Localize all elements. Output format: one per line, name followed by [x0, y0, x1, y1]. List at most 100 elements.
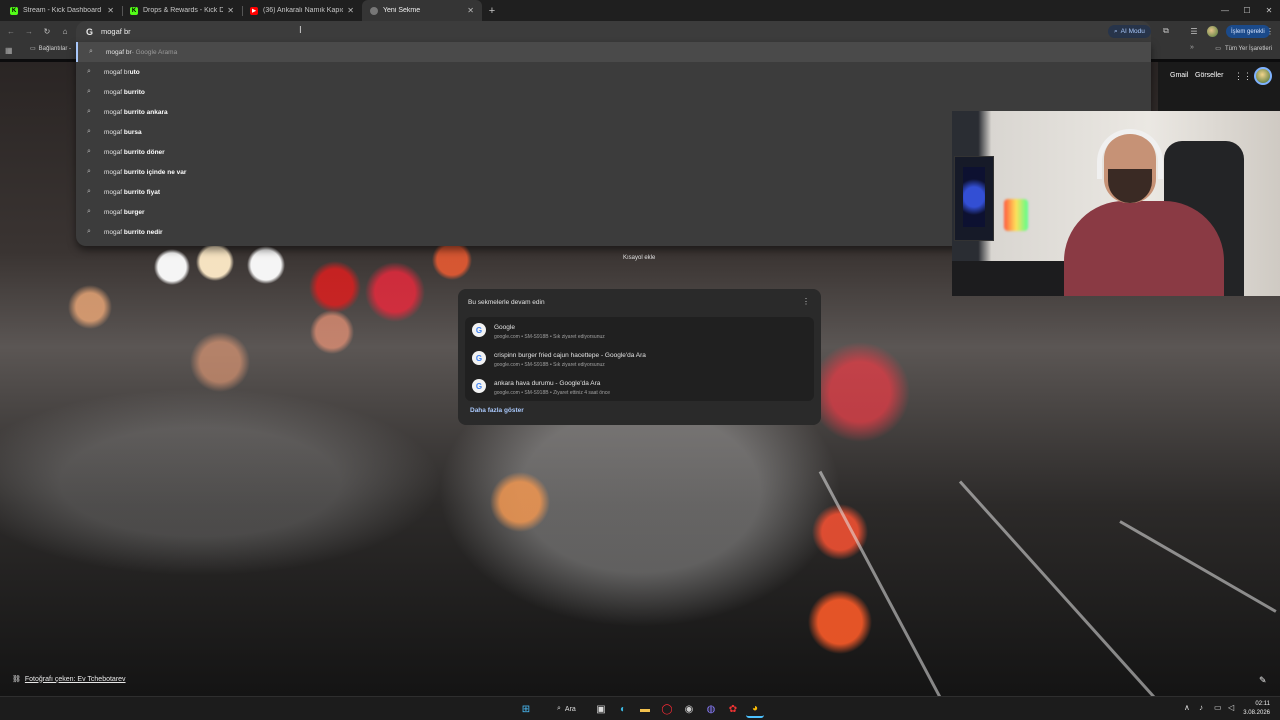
reload-icon[interactable]: ↻ — [40, 24, 54, 38]
close-window-icon[interactable]: ✕ — [1258, 0, 1280, 21]
folder-icon: ▭ — [1215, 46, 1221, 52]
tab-label: Yeni Sekme — [383, 7, 421, 14]
text-cursor-icon: I — [299, 25, 302, 36]
file-explorer-icon[interactable]: ▬ — [636, 700, 654, 718]
webcam-person-body — [1064, 201, 1224, 296]
gmail-link[interactable]: Gmail — [1170, 72, 1188, 79]
tab-kick-drops[interactable]: K Drops & Rewards - Kick Dashb... ✕ — [122, 0, 242, 21]
pencil-icon[interactable]: ✎ — [1259, 675, 1267, 686]
close-icon[interactable]: ✕ — [227, 6, 234, 15]
address-input[interactable]: mogaf br — [101, 27, 131, 36]
suggestion-completion: burrito ankara — [123, 108, 168, 116]
maximize-icon[interactable]: ☐ — [1236, 0, 1258, 21]
address-bar[interactable]: G mogaf br — [76, 21, 1151, 42]
task-view-icon[interactable]: ▣ — [592, 700, 610, 718]
youtube-icon: ▶ — [250, 6, 258, 15]
globe-icon — [370, 6, 378, 15]
suggestion-completion: bursa — [123, 128, 142, 136]
apps-grid-icon[interactable]: ▦ — [5, 46, 13, 55]
tab-youtube[interactable]: ▶ (36) Ankaralı Namık Kapıcı İzze... ✕ — [242, 0, 362, 21]
photo-credit-text: Fotoğrafı çeken: Ev Tchebotarev — [24, 675, 126, 683]
ai-mode-button[interactable]: ⌕ AI Modu — [1108, 25, 1151, 38]
chrome-icon[interactable]: ◕ — [746, 700, 764, 718]
tab-label: Stream - Kick Dashboard — [23, 7, 102, 14]
account-avatar[interactable] — [1254, 67, 1272, 85]
suggestion-item[interactable]: ⌕ mogaf burrito — [76, 82, 1151, 102]
obs-icon[interactable]: ◉ — [680, 700, 698, 718]
photo-credit[interactable]: ⛓ Fotoğrafı çeken: Ev Tchebotarev — [12, 675, 126, 684]
more-options-icon[interactable]: ⋮ — [802, 297, 810, 306]
bookmark-label: Bağlantılar - — [38, 45, 72, 52]
card-list: G Google google.com • SM-S918B • Sık ziy… — [465, 317, 814, 401]
google-icon: G — [472, 379, 486, 393]
clock-date: 3.08.2026 — [1243, 710, 1270, 716]
chevron-more-icon[interactable]: » — [1190, 44, 1194, 51]
suggestion-typed: mogaf — [104, 228, 123, 236]
suggestion-completion: burrito fiyat — [123, 188, 161, 196]
suggestion-typed: mogaf — [104, 168, 123, 176]
volume-icon[interactable]: ◁ — [1228, 703, 1234, 712]
tab-kick-stream[interactable]: K Stream - Kick Dashboard ✕ — [2, 0, 122, 21]
suggestion-completion: burrito içinde ne var — [123, 168, 187, 176]
action-required-label: İşlem gerekli — [1231, 28, 1265, 35]
suggestion-typed: mogaf — [104, 88, 123, 96]
screen: K Stream - Kick Dashboard ✕ K Drops & Re… — [0, 0, 1280, 720]
suggestion-item[interactable]: ⌕ mogaf br uto — [76, 62, 1151, 82]
tab-label: (36) Ankaralı Namık Kapıcı İzze... — [263, 7, 344, 14]
clock-time: 02:11 — [1255, 701, 1270, 707]
add-shortcut-label[interactable]: Kısayol ekle — [623, 255, 655, 261]
opera-icon[interactable]: ◯ — [658, 700, 676, 718]
card-item[interactable]: G ankara hava durumu - Google'da Ara goo… — [465, 373, 814, 401]
webcam-overlay — [952, 111, 1280, 296]
minimize-icon[interactable]: — — [1214, 0, 1236, 21]
profile-avatar-icon[interactable] — [1207, 26, 1218, 37]
tab-label: Drops & Rewards - Kick Dashb... — [143, 7, 224, 14]
bookmark-item[interactable]: ▭ Bağlantılar - — [30, 45, 72, 53]
kick-icon: K — [130, 6, 138, 15]
suggestion-typed: mogaf — [104, 148, 123, 156]
tab-search-icon[interactable]: ☰ — [1188, 25, 1200, 37]
home-icon[interactable]: ⌂ — [58, 24, 72, 38]
card-item-meta: google.com • SM-S918B • Ziyaret ettiniz … — [494, 390, 611, 396]
taskbar-search[interactable]: ⌕ Ara — [550, 701, 583, 717]
microphone-icon[interactable]: ♪ — [1199, 703, 1203, 712]
window-controls: — ☐ ✕ — [1214, 0, 1280, 21]
new-tab-button[interactable]: + — [482, 0, 502, 21]
app-icon[interactable]: ✿ — [724, 700, 742, 718]
clock[interactable]: 02:11 3.08.2026 — [1243, 700, 1270, 718]
suggestion-typed: mogaf br — [106, 48, 132, 56]
search-icon: ⌕ — [87, 188, 91, 195]
search-icon: ⌕ — [557, 705, 561, 712]
google-icon: G — [472, 323, 486, 337]
card-item[interactable]: G crispinn burger fried cajun hacettepe … — [465, 345, 814, 373]
suggestion-completion: burrito — [123, 88, 145, 96]
suggestion-hint: - Google Arama — [131, 48, 178, 56]
tab-new-tab[interactable]: Yeni Sekme ✕ — [362, 0, 482, 21]
network-icon[interactable]: ▭ — [1214, 703, 1222, 712]
close-icon[interactable]: ✕ — [347, 6, 354, 15]
tab-strip: K Stream - Kick Dashboard ✕ K Drops & Re… — [0, 0, 1280, 21]
discord-icon[interactable]: ◍ — [702, 700, 720, 718]
extensions-icon[interactable]: ⧉ — [1160, 25, 1172, 37]
close-icon[interactable]: ✕ — [107, 6, 114, 15]
google-icon: G — [472, 351, 486, 365]
show-more-link[interactable]: Daha fazla göster — [470, 407, 524, 414]
close-icon[interactable]: ✕ — [467, 6, 474, 15]
edge-icon[interactable]: ◐ — [614, 700, 632, 718]
all-bookmarks-button[interactable]: ▭ Tüm Yer İşaretleri — [1215, 45, 1272, 53]
continue-tabs-card: Bu sekmelerle devam edin ⋮ G Google goog… — [458, 289, 821, 425]
card-item[interactable]: G Google google.com • SM-S918B • Sık ziy… — [465, 317, 814, 345]
menu-kebab-icon[interactable]: ⋮ — [1264, 25, 1276, 37]
taskbar-search-label: Ara — [564, 705, 576, 713]
suggestion-item[interactable]: ⌕ mogaf br - Google Arama — [76, 42, 1151, 62]
tray-chevron-icon[interactable]: ∧ — [1184, 703, 1190, 712]
suggestion-completion: burrito nedir — [123, 228, 163, 236]
images-link[interactable]: Görseller — [1195, 72, 1223, 79]
taskbar: ⊞ ⌕ Ara ▣ ◐ ▬ ◯ ◉ ◍ ✿ ◕ ∧ ♪ ▭ ◁ 02:11 3.… — [0, 696, 1280, 720]
suggestion-typed: mogaf — [104, 128, 123, 136]
windows-start-icon[interactable]: ⊞ — [517, 700, 535, 718]
back-icon[interactable]: ← — [4, 24, 18, 38]
search-icon: ⌕ — [89, 48, 93, 55]
forward-icon[interactable]: → — [22, 24, 36, 38]
search-icon: ⌕ — [87, 168, 91, 175]
